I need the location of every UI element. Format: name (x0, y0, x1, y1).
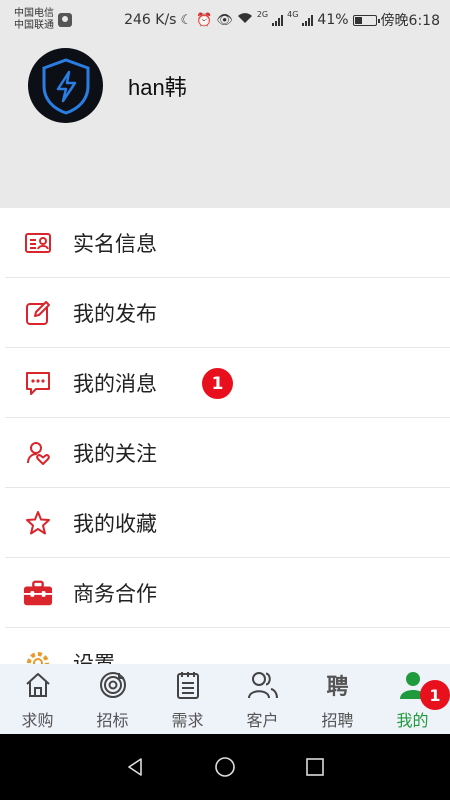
wifi-icon (237, 12, 253, 28)
tab-label: 招聘 (321, 711, 354, 730)
bottom-tab-bar: 求购 招标 需求 客户 聘 招聘 我的 1 (0, 664, 450, 734)
target-icon (96, 668, 130, 702)
recruit-glyph: 聘 (326, 674, 349, 700)
network-speed: 246 K/s (124, 12, 177, 28)
battery-icon (352, 14, 380, 26)
avatar[interactable] (28, 48, 103, 123)
tab-label: 需求 (171, 711, 204, 730)
carrier-2: 中国联通 (14, 20, 54, 31)
system-nav-bar (0, 734, 450, 800)
id-card-icon (23, 228, 53, 258)
unread-badge: 1 (202, 368, 233, 399)
recents-icon[interactable] (300, 752, 330, 782)
menu-item-my-favorites[interactable]: 我的收藏 (5, 488, 450, 558)
menu-item-my-follows[interactable]: 我的关注 (5, 418, 450, 488)
back-icon[interactable] (120, 752, 150, 782)
edit-icon (23, 298, 53, 328)
tab-label: 求购 (21, 711, 54, 730)
home-circle-icon[interactable] (210, 752, 240, 782)
network-1: 2G (256, 10, 269, 19)
menu-item-settings[interactable]: 设置 (5, 628, 450, 664)
tab-mine[interactable]: 我的 1 (375, 664, 450, 734)
briefcase-icon (23, 578, 53, 608)
tab-label: 客户 (246, 711, 279, 730)
menu-item-label: 实名信息 (73, 231, 157, 256)
lightning-shield-icon (42, 57, 89, 115)
menu-item-label: 我的发布 (73, 301, 157, 326)
menu-item-my-posts[interactable]: 我的发布 (5, 278, 450, 348)
location-icon (58, 13, 72, 27)
menu-item-label: 设置 (73, 651, 115, 665)
gear-icon (23, 648, 53, 664)
star-icon (23, 508, 53, 538)
carrier-1: 中国电信 (14, 8, 54, 19)
tab-bidding[interactable]: 招标 (75, 664, 150, 734)
clipboard-icon (171, 668, 205, 702)
carrier-info: 中国电信 中国联通 (14, 8, 72, 32)
alarm-icon: ⏰ (196, 12, 213, 28)
menu-list: 实名信息 我的发布 我的消息 1 我的关注 我的收藏 商务合作 设置 (5, 208, 450, 664)
tab-purchase[interactable]: 求购 (0, 664, 75, 734)
message-icon (23, 368, 53, 398)
signal-icon-1 (272, 14, 284, 26)
menu-item-my-messages[interactable]: 我的消息 1 (5, 348, 450, 418)
moon-icon: ☾ (180, 12, 193, 28)
profile-header: han韩 (0, 40, 450, 208)
home-icon (21, 668, 55, 702)
menu-item-label: 我的消息 (73, 371, 157, 396)
menu-item-real-name-info[interactable]: 实名信息 (5, 208, 450, 278)
recruit-icon: 聘 (321, 668, 355, 702)
user-heart-icon (23, 438, 53, 468)
menu-item-label: 商务合作 (73, 581, 157, 606)
tab-demand[interactable]: 需求 (150, 664, 225, 734)
signal-icon-2 (302, 14, 314, 26)
eye-icon: 👁 (216, 12, 233, 28)
tab-recruit[interactable]: 聘 招聘 (300, 664, 375, 734)
tab-customers[interactable]: 客户 (225, 664, 300, 734)
tab-badge: 1 (420, 680, 450, 710)
battery-percent: 41% (317, 12, 349, 28)
clock: 傍晚6:18 (380, 13, 440, 29)
menu-item-label: 我的收藏 (73, 511, 157, 536)
network-2: 4G (287, 10, 299, 19)
menu-item-label: 我的关注 (73, 441, 157, 466)
username[interactable]: han韩 (128, 70, 187, 102)
tab-label: 招标 (96, 711, 129, 730)
status-bar: 中国电信 中国联通 246 K/s ☾ ⏰ 👁 2G 4G 41% 傍晚6:18 (0, 0, 450, 40)
users-icon (246, 668, 280, 702)
menu-item-business-cooperation[interactable]: 商务合作 (5, 558, 450, 628)
tab-label: 我的 (396, 711, 429, 730)
